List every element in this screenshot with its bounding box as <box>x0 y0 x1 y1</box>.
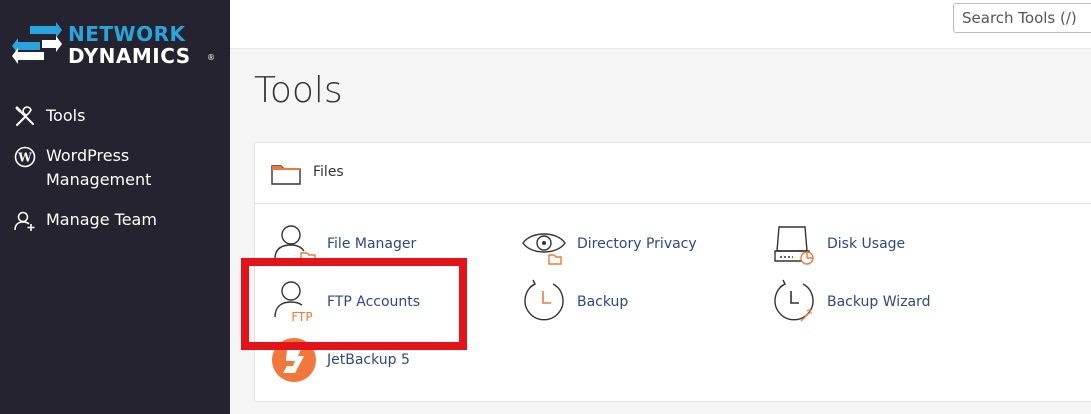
registered-mark: ® <box>207 53 215 62</box>
brand-logo[interactable]: NETWORK DYNAMICS ® <box>12 22 222 72</box>
highlight-box <box>241 258 467 350</box>
tool-label: Disk Usage <box>827 236 906 252</box>
wordpress-icon: W <box>14 146 36 168</box>
disk-usage-icon <box>774 226 814 265</box>
files-panel-title: Files <box>313 164 344 180</box>
add-user-icon <box>14 211 35 231</box>
tool-directory-privacy[interactable]: Directory Privacy <box>521 221 697 267</box>
sidebar-item-label: WordPress Management <box>46 146 152 189</box>
tool-backup-wizard[interactable]: Backup Wizard <box>771 279 931 325</box>
page-title: Tools <box>254 70 343 111</box>
brand-line-2: DYNAMICS <box>68 44 191 68</box>
sidebar: NETWORK DYNAMICS ® Tools W WordPress Man… <box>0 0 230 414</box>
files-panel-header[interactable]: Files <box>255 143 1091 204</box>
sidebar-item-manage-team[interactable]: Manage Team <box>14 208 186 232</box>
sidebar-item-label: Manage Team <box>46 210 157 229</box>
tool-label: Backup Wizard <box>827 294 931 310</box>
tool-disk-usage[interactable]: Disk Usage <box>771 221 905 267</box>
brand-line-1: NETWORK <box>68 22 186 46</box>
sidebar-item-wordpress[interactable]: W WordPress Management <box>14 144 186 192</box>
folder-icon <box>271 165 301 185</box>
logo-arrows-icon <box>12 22 62 64</box>
svg-text:W: W <box>17 151 32 165</box>
tool-label: File Manager <box>327 236 417 252</box>
backup-clock-icon <box>524 279 564 321</box>
tool-label: Backup <box>577 294 629 310</box>
tool-label: JetBackup 5 <box>327 352 410 368</box>
tools-icon <box>15 106 34 126</box>
top-bar <box>230 0 1091 49</box>
eye-folder-icon <box>522 233 566 265</box>
search-input[interactable] <box>953 3 1091 33</box>
backup-wizard-icon <box>774 279 814 322</box>
sidebar-item-tools[interactable]: Tools <box>14 104 186 128</box>
tool-backup[interactable]: Backup <box>521 279 628 325</box>
sidebar-item-label: Tools <box>46 106 86 125</box>
tool-label: Directory Privacy <box>577 236 697 252</box>
